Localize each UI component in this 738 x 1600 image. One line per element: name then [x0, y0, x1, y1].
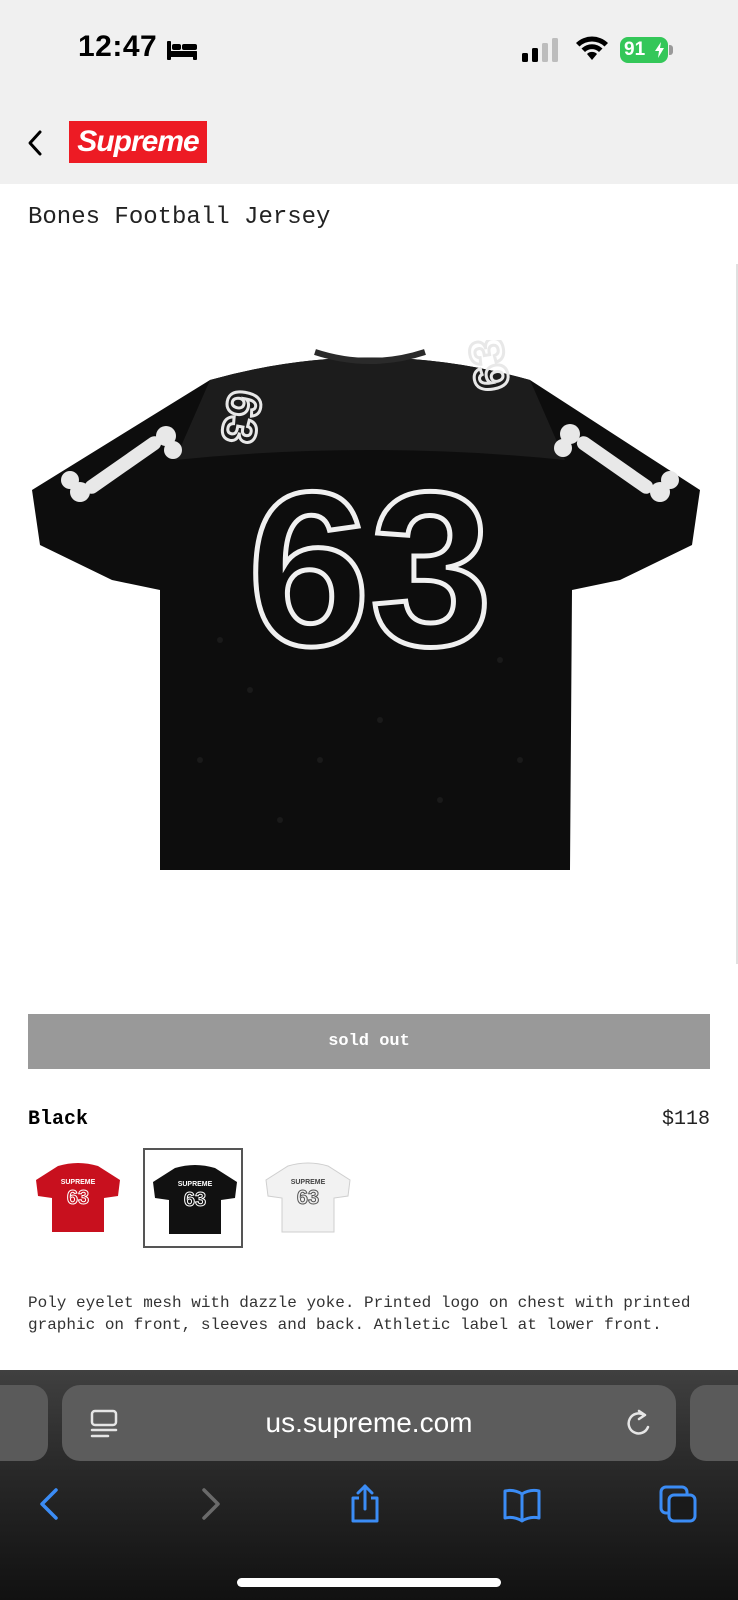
- swatch-red[interactable]: SUPREME 63: [28, 1148, 128, 1248]
- product-description: Poly eyelet mesh with dazzle yoke. Print…: [28, 1294, 691, 1334]
- shoulder-number-right: 63: [459, 340, 520, 395]
- shoulder-number-left: 63: [210, 386, 271, 448]
- next-tab-peek[interactable]: [690, 1385, 738, 1461]
- swatch-jersey-image: SUPREME63: [265, 1162, 351, 1233]
- bed-icon: [167, 41, 197, 60]
- bolt-icon: [655, 42, 664, 58]
- battery-charging-icon: 91: [620, 37, 673, 63]
- bookmarks-icon[interactable]: [502, 1484, 542, 1524]
- swatch-white[interactable]: SUPREME 63: [258, 1148, 358, 1248]
- previous-tab-peek[interactable]: [0, 1385, 48, 1461]
- url-text: us.supreme.com: [265, 1407, 473, 1438]
- swatch-brand-text: SUPREME: [61, 1179, 96, 1186]
- swatch-number-text: 63: [184, 1189, 206, 1211]
- sold-out-button[interactable]: sold out: [28, 1014, 710, 1069]
- forward-icon[interactable]: [190, 1484, 230, 1524]
- status-time: 12:47: [78, 30, 158, 63]
- swatch-jersey-image: SUPREME63: [36, 1163, 120, 1232]
- battery-level: 91: [624, 39, 646, 60]
- swatch-number-text: 63: [67, 1187, 89, 1209]
- wifi-icon: [576, 36, 608, 60]
- swatch-brand-text: SUPREME: [291, 1179, 326, 1186]
- tabs-icon[interactable]: [658, 1484, 698, 1524]
- share-icon[interactable]: [345, 1484, 385, 1524]
- signal-icon: [522, 38, 558, 62]
- product-price: $118: [661, 1108, 710, 1131]
- address-bar[interactable]: us.supreme.com: [62, 1385, 676, 1461]
- supreme-logo[interactable]: Supreme: [69, 121, 207, 163]
- reload-icon[interactable]: [624, 1407, 654, 1439]
- swatch-jersey-image: SUPREME63: [153, 1165, 237, 1234]
- swatch-black[interactable]: SUPREME 63: [143, 1148, 243, 1248]
- product-title: Bones Football Jersey: [28, 204, 331, 231]
- battery-tip: [669, 45, 673, 55]
- home-indicator: [237, 1578, 501, 1587]
- swatch-brand-text: SUPREME: [178, 1181, 213, 1188]
- back-icon[interactable]: [30, 1484, 70, 1524]
- chevron-left-icon[interactable]: [24, 126, 48, 160]
- back-number: 63: [248, 446, 493, 692]
- product-image: 63 63 63: [32, 340, 700, 870]
- selected-color-name: Black: [28, 1108, 89, 1131]
- swatch-number-text: 63: [297, 1187, 319, 1209]
